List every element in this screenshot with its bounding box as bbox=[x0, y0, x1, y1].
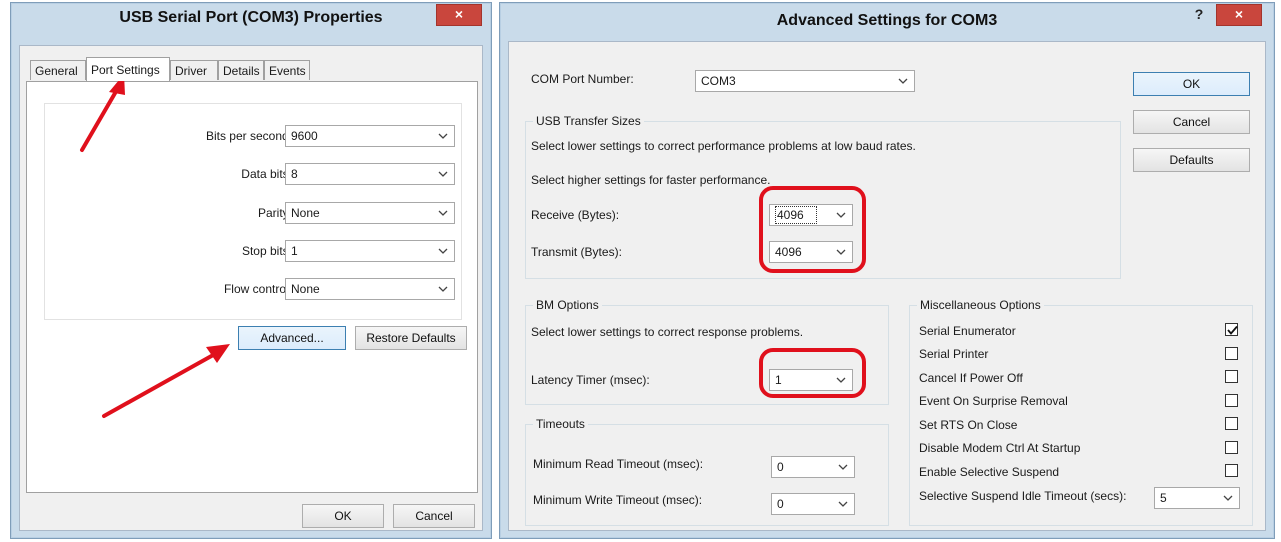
flow-control-label: Flow control: bbox=[223, 282, 292, 296]
client-area: General Port Settings Driver Details Eve… bbox=[19, 45, 483, 531]
chevron-down-icon bbox=[896, 71, 910, 91]
cancel-button[interactable]: Cancel bbox=[393, 504, 475, 528]
tab-driver[interactable]: Driver bbox=[170, 60, 218, 80]
defaults-button[interactable]: Defaults bbox=[1133, 148, 1250, 172]
option-cancel-if-power-off-checkbox[interactable] bbox=[1225, 370, 1238, 383]
option-event-on-surprise-removal-label: Event On Surprise Removal bbox=[919, 394, 1068, 408]
help-button[interactable]: ? bbox=[1186, 4, 1212, 24]
com-port-value: COM3 bbox=[701, 74, 736, 88]
timeouts-title: Timeouts bbox=[533, 417, 588, 431]
ok-button[interactable]: OK bbox=[302, 504, 384, 528]
tab-port-settings[interactable]: Port Settings bbox=[86, 57, 170, 81]
chevron-down-icon bbox=[436, 203, 450, 223]
check-icon bbox=[1227, 325, 1238, 335]
option-event-on-surprise-removal-checkbox[interactable] bbox=[1225, 394, 1238, 407]
option-serial-enumerator-label: Serial Enumerator bbox=[919, 324, 1016, 338]
option-disable-modem-ctrl-checkbox[interactable] bbox=[1225, 441, 1238, 454]
data-bits-select[interactable]: 8 bbox=[285, 163, 455, 185]
option-enable-selective-suspend-label: Enable Selective Suspend bbox=[919, 465, 1060, 479]
bits-per-second-label: Bits per second: bbox=[205, 129, 292, 143]
option-set-rts-on-close-checkbox[interactable] bbox=[1225, 417, 1238, 430]
usb-transfer-sizes-title: USB Transfer Sizes bbox=[533, 114, 644, 128]
highlight-latency-timer bbox=[759, 348, 866, 398]
tab-events[interactable]: Events bbox=[264, 60, 310, 80]
highlight-transfer-sizes bbox=[759, 186, 866, 273]
option-set-rts-on-close-label: Set RTS On Close bbox=[919, 418, 1018, 432]
option-cancel-if-power-off-label: Cancel If Power Off bbox=[919, 371, 1023, 385]
min-write-timeout-select[interactable]: 0 bbox=[771, 493, 855, 515]
bits-per-second-value: 9600 bbox=[291, 129, 318, 143]
chevron-down-icon bbox=[836, 457, 850, 477]
chevron-down-icon bbox=[436, 241, 450, 261]
bm-hint: Select lower settings to correct respons… bbox=[531, 325, 804, 339]
port-properties-window: USB Serial Port (COM3) Properties × Gene… bbox=[10, 2, 492, 539]
option-enable-selective-suspend-checkbox[interactable] bbox=[1225, 464, 1238, 477]
usb-hint-lower: Select lower settings to correct perform… bbox=[531, 139, 916, 153]
idle-timeout-value: 5 bbox=[1160, 491, 1167, 505]
stop-bits-select[interactable]: 1 bbox=[285, 240, 455, 262]
latency-timer-label: Latency Timer (msec): bbox=[531, 373, 650, 387]
close-button[interactable]: × bbox=[1216, 4, 1262, 26]
tab-details[interactable]: Details bbox=[218, 60, 264, 80]
com-port-label: COM Port Number: bbox=[531, 72, 634, 86]
receive-bytes-label: Receive (Bytes): bbox=[531, 208, 620, 222]
min-read-timeout-label: Minimum Read Timeout (msec): bbox=[533, 457, 704, 471]
idle-timeout-label: Selective Suspend Idle Timeout (secs): bbox=[919, 489, 1127, 503]
cancel-button[interactable]: Cancel bbox=[1133, 110, 1250, 134]
option-serial-printer-checkbox[interactable] bbox=[1225, 347, 1238, 360]
min-write-timeout-label: Minimum Write Timeout (msec): bbox=[533, 493, 703, 507]
chevron-down-icon bbox=[436, 164, 450, 184]
usb-hint-higher: Select higher settings for faster perfor… bbox=[531, 173, 771, 187]
com-port-select[interactable]: COM3 bbox=[695, 70, 915, 92]
option-serial-printer-label: Serial Printer bbox=[919, 347, 989, 361]
stop-bits-value: 1 bbox=[291, 244, 298, 258]
tab-general[interactable]: General bbox=[30, 60, 86, 80]
ok-button[interactable]: OK bbox=[1133, 72, 1250, 96]
min-read-timeout-select[interactable]: 0 bbox=[771, 456, 855, 478]
option-disable-modem-ctrl-label: Disable Modem Ctrl At Startup bbox=[919, 441, 1081, 455]
transmit-bytes-label: Transmit (Bytes): bbox=[531, 245, 622, 259]
port-settings-panel: Bits per second: 9600 Data bits: 8 Parit… bbox=[26, 81, 478, 493]
min-write-timeout-value: 0 bbox=[777, 497, 784, 511]
chevron-down-icon bbox=[436, 126, 450, 146]
idle-timeout-select[interactable]: 5 bbox=[1154, 487, 1240, 509]
window-title: USB Serial Port (COM3) Properties bbox=[119, 9, 383, 26]
misc-options-title: Miscellaneous Options bbox=[917, 298, 1044, 312]
flow-control-value: None bbox=[291, 282, 320, 296]
restore-defaults-button[interactable]: Restore Defaults bbox=[355, 326, 467, 350]
bm-options-title: BM Options bbox=[533, 298, 602, 312]
chevron-down-icon bbox=[836, 494, 850, 514]
client-area: COM Port Number: COM3 OK Cancel Defaults… bbox=[508, 41, 1266, 531]
parity-value: None bbox=[291, 206, 320, 220]
advanced-settings-window: Advanced Settings for COM3 ? × COM Port … bbox=[499, 2, 1275, 539]
close-button[interactable]: × bbox=[436, 4, 482, 26]
tab-strip: General Port Settings Driver Details Eve… bbox=[26, 57, 476, 82]
option-serial-enumerator-checkbox[interactable] bbox=[1225, 323, 1238, 336]
data-bits-value: 8 bbox=[291, 167, 298, 181]
window-title: Advanced Settings for COM3 bbox=[776, 12, 998, 29]
bits-per-second-select[interactable]: 9600 bbox=[285, 125, 455, 147]
min-read-timeout-value: 0 bbox=[777, 460, 784, 474]
advanced-button[interactable]: Advanced... bbox=[238, 326, 346, 350]
chevron-down-icon bbox=[1221, 488, 1235, 508]
flow-control-select[interactable]: None bbox=[285, 278, 455, 300]
parity-select[interactable]: None bbox=[285, 202, 455, 224]
chevron-down-icon bbox=[436, 279, 450, 299]
